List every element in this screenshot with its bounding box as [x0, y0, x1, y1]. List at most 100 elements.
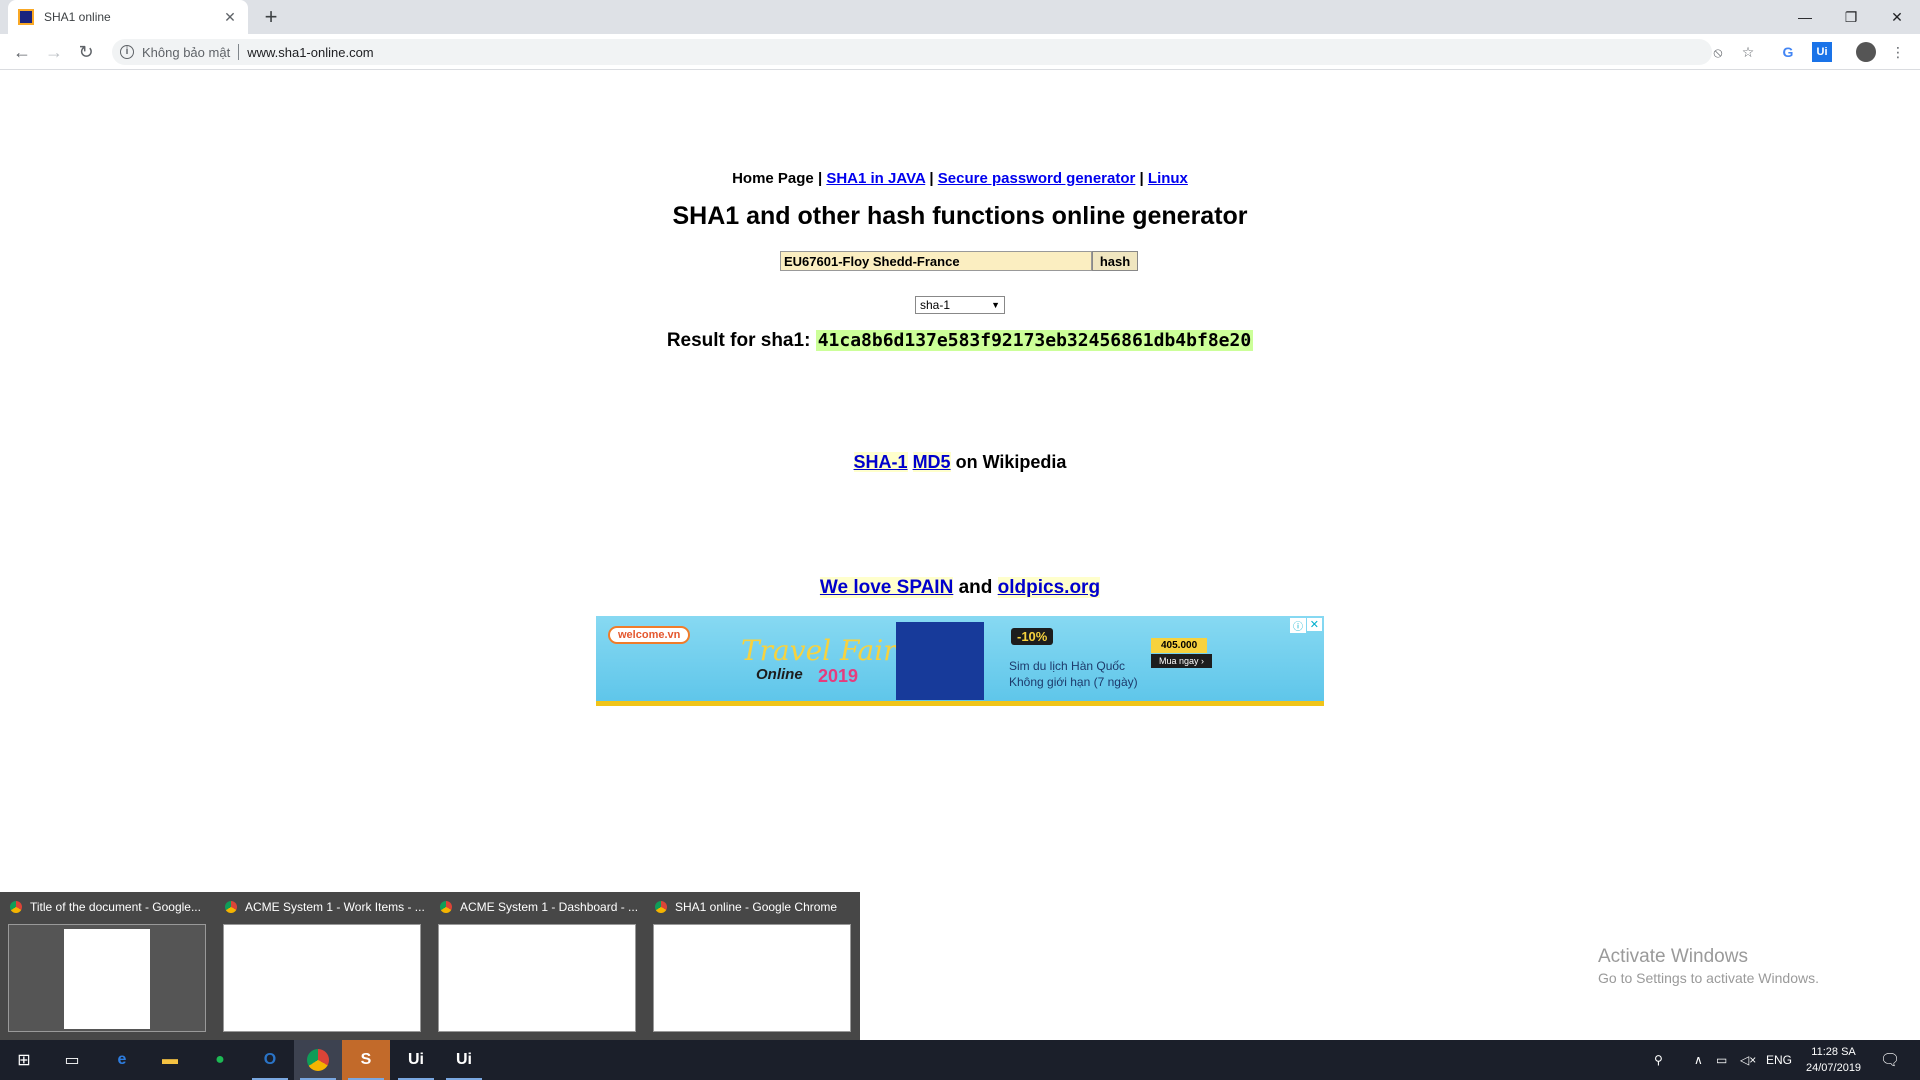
cookie-blocked-icon[interactable]: ⦸: [1708, 42, 1728, 62]
ad-travel-fair-title: Travel Fair: [741, 634, 897, 667]
volume-muted-icon[interactable]: ◁×: [1740, 1040, 1756, 1080]
security-indicator[interactable]: Không bảo mật: [142, 45, 230, 60]
algorithm-selected-value: sha-1: [920, 298, 951, 312]
preview-title-2: ACME System 1 - Work Items - ...: [225, 900, 425, 914]
wiki-md5-link[interactable]: MD5: [912, 452, 951, 472]
task-view-icon[interactable]: ▭: [48, 1040, 96, 1080]
nav-separator: |: [817, 170, 823, 187]
input-language[interactable]: ENG: [1766, 1040, 1792, 1080]
page-heading: SHA1 and other hash functions online gen…: [672, 202, 1248, 230]
ad-year: 2019: [818, 666, 859, 686]
wiki-sha1-link[interactable]: SHA-1: [853, 452, 908, 472]
preview-title-text: ACME System 1 - Dashboard - ...: [460, 900, 639, 914]
close-tab-icon[interactable]: ✕: [222, 9, 238, 26]
chrome-taskbar-icon[interactable]: [294, 1040, 342, 1080]
ad-buy-button[interactable]: Mua ngay ›: [1151, 654, 1213, 668]
hash-button[interactable]: hash: [1092, 251, 1138, 271]
ad-sim-card-image: [896, 622, 984, 700]
preview-title-text: Title of the document - Google...: [30, 900, 201, 914]
forward-button[interactable]: →: [42, 40, 66, 64]
activate-subtitle: Go to Settings to activate Windows.: [1598, 970, 1819, 986]
result-label: Result for sha1:: [666, 330, 811, 351]
preview-thumbnail-2: [223, 924, 421, 1032]
dropdown-arrow-icon: ▼: [991, 300, 1000, 310]
ad-close-icon[interactable]: ✕: [1306, 618, 1322, 631]
wikipedia-links: SHA-1 MD5 on Wikipedia: [0, 452, 1920, 473]
address-bar[interactable]: i Không bảo mật www.sha1-online.com: [112, 39, 1712, 65]
browser-toolbar: ← → ↻ i Không bảo mật www.sha1-online.co…: [0, 34, 1920, 70]
ad-info-icon[interactable]: ⓘ: [1290, 618, 1306, 633]
preview-window-4[interactable]: SHA1 online - Google Chrome: [645, 892, 860, 1040]
info-icon[interactable]: i: [120, 45, 134, 59]
translate-extension-icon[interactable]: G: [1778, 42, 1798, 62]
system-clock[interactable]: 11:28 SA 24/07/2019: [1806, 1044, 1861, 1076]
ad-banner[interactable]: welcome.vn Travel Fair Online 2019 -10% …: [596, 616, 1324, 706]
nav-separator: |: [1139, 170, 1144, 187]
spotify-icon[interactable]: ●: [196, 1040, 244, 1080]
tab-sha1-online[interactable]: SHA1 online ✕: [8, 0, 248, 34]
new-tab-button[interactable]: +: [258, 4, 284, 30]
reload-button[interactable]: ↻: [74, 40, 98, 64]
chrome-icon: [655, 901, 667, 913]
preview-thumbnail-3: [438, 924, 636, 1032]
url-text[interactable]: www.sha1-online.com: [247, 45, 373, 60]
preview-title-text: SHA1 online - Google Chrome: [675, 900, 838, 914]
tab-title: SHA1 online: [44, 10, 111, 24]
preview-window-1[interactable]: Title of the document - Google...: [0, 892, 215, 1040]
preview-thumbnail-4: [653, 924, 851, 1032]
preview-window-3[interactable]: ACME System 1 - Dashboard - ...: [430, 892, 645, 1040]
clock-time: 11:28 SA: [1811, 1046, 1856, 1058]
profile-avatar[interactable]: [1856, 42, 1876, 62]
preview-thumbnail-1: [8, 924, 206, 1032]
chrome-icon: [225, 901, 237, 913]
site-favicon-icon: [18, 9, 34, 25]
uipath-robot-icon[interactable]: Ui: [440, 1040, 488, 1080]
close-window-button[interactable]: ✕: [1874, 0, 1920, 34]
and-text: and: [958, 577, 993, 598]
minimize-button[interactable]: —: [1782, 0, 1828, 34]
ad-price: 405.000: [1151, 638, 1208, 653]
ad-description: Sim du lịch Hàn Quốc Không giới hạn (7 n…: [1009, 658, 1138, 690]
ad-welcome-logo: welcome.vn: [608, 626, 691, 644]
top-navigation: Home Page | SHA1 in JAVA | Secure passwo…: [0, 170, 1920, 187]
uipath-extension-icon[interactable]: Ui: [1812, 42, 1832, 62]
result-line: Result for sha1: 41ca8b6d137e583f92173eb…: [0, 330, 1920, 352]
skype-icon[interactable]: S: [342, 1040, 390, 1080]
ad-discount-badge: -10%: [1011, 628, 1054, 645]
file-explorer-icon[interactable]: ▬: [146, 1040, 194, 1080]
clock-date: 24/07/2019: [1806, 1062, 1862, 1074]
menu-kebab-icon[interactable]: ⋮: [1888, 42, 1908, 62]
nav-password-generator-link[interactable]: Secure password generator: [938, 170, 1136, 187]
chrome-icon: [440, 901, 452, 913]
action-center-icon[interactable]: 🗨: [1880, 1040, 1900, 1080]
uipath-studio-icon[interactable]: Ui: [392, 1040, 440, 1080]
restore-button[interactable]: ❐: [1828, 0, 1874, 34]
nav-sha1-java-link[interactable]: SHA1 in JAVA: [826, 170, 925, 187]
activate-windows-watermark: Activate Windows Go to Settings to activ…: [1598, 946, 1819, 986]
ad-line-2: Không giới hạn (7 ngày): [1009, 675, 1138, 689]
algorithm-select[interactable]: sha-1 ▼: [915, 296, 1005, 314]
nav-home-page: Home Page: [732, 170, 814, 187]
sponsor-links: We love SPAIN and oldpics.org: [0, 577, 1920, 599]
windows-taskbar: ⊞ ▭ e ▬ ● O S Ui Ui ⚲ ∧ ▭ ◁× ENG 11:28 S…: [0, 1040, 1920, 1080]
oldpics-link[interactable]: oldpics.org: [997, 577, 1101, 598]
tab-strip: SHA1 online ✕ + — ❐ ✕: [0, 0, 1920, 34]
chrome-icon: [10, 901, 22, 913]
show-hidden-icons-icon[interactable]: ∧: [1694, 1040, 1703, 1080]
network-icon[interactable]: ▭: [1716, 1040, 1727, 1080]
nav-linux-link[interactable]: Linux: [1148, 170, 1188, 187]
chrome-icon: [307, 1049, 329, 1071]
we-love-spain-link[interactable]: We love SPAIN: [819, 577, 954, 598]
start-button[interactable]: ⊞: [0, 1040, 48, 1080]
preview-title-4: SHA1 online - Google Chrome: [655, 900, 837, 914]
outlook-icon[interactable]: O: [246, 1040, 294, 1080]
people-icon[interactable]: ⚲: [1654, 1040, 1663, 1080]
edge-icon[interactable]: e: [98, 1040, 146, 1080]
ad-online-label: Online: [756, 666, 803, 683]
hash-text-input[interactable]: [780, 251, 1092, 271]
preview-window-2[interactable]: ACME System 1 - Work Items - ...: [215, 892, 430, 1040]
bookmark-star-icon[interactable]: ☆: [1738, 42, 1758, 62]
back-button[interactable]: ←: [10, 40, 34, 64]
preview-document-page: [64, 929, 150, 1029]
omnibox-divider: [238, 44, 240, 60]
